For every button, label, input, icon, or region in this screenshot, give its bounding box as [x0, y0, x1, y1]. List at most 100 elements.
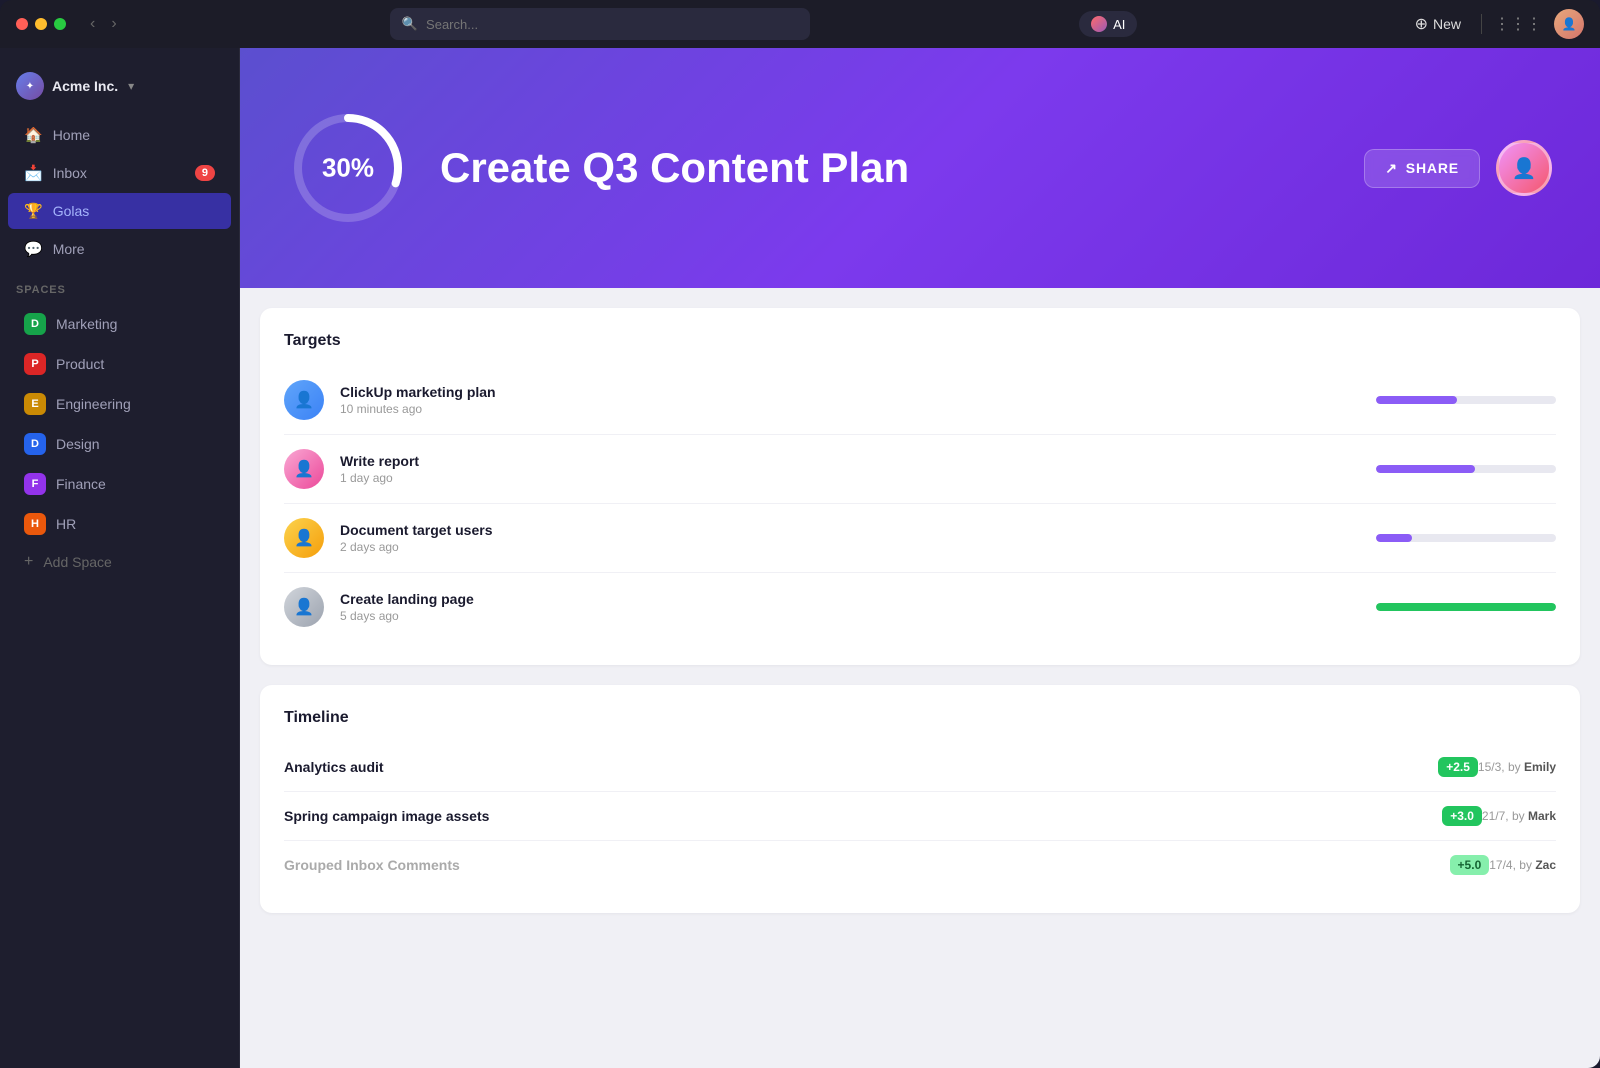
grid-icon[interactable]: ⋮⋮⋮ — [1494, 14, 1542, 34]
space-dot-finance: F — [24, 473, 46, 495]
space-label-marketing: Marketing — [56, 316, 117, 332]
timeline-by-2: by — [1512, 809, 1525, 823]
main-layout: ✦ Acme Inc. ▾ 🏠 Home 📩 Inbox 9 🏆 Golas 💬… — [0, 48, 1600, 1068]
back-button[interactable]: ‹ — [86, 13, 99, 35]
progress-fill-2 — [1376, 465, 1475, 473]
timeline-name-3: Grouped Inbox Comments — [284, 857, 1440, 873]
more-icon: 💬 — [24, 240, 43, 258]
hero-title: Create Q3 Content Plan — [440, 144, 1332, 192]
target-info-3: Document target users 2 days ago — [340, 522, 1360, 554]
timeline-by-1: by — [1508, 760, 1521, 774]
sidebar-item-home[interactable]: 🏠 Home — [8, 117, 231, 153]
target-avatar-2: 👤 — [284, 449, 324, 489]
sidebar-item-design[interactable]: D Design — [8, 425, 231, 463]
timeline-date-2: 21/7 — [1482, 809, 1505, 823]
progress-bar-3 — [1376, 534, 1556, 542]
ai-label: AI — [1113, 17, 1125, 32]
hero-user-avatar[interactable]: 👤 — [1496, 140, 1552, 196]
target-name-4: Create landing page — [340, 591, 1360, 607]
new-label: New — [1433, 16, 1461, 32]
target-avatar-3: 👤 — [284, 518, 324, 558]
space-label-engineering: Engineering — [56, 396, 131, 412]
progress-bar-4 — [1376, 603, 1556, 611]
progress-bar-1 — [1376, 396, 1556, 404]
goals-icon: 🏆 — [24, 202, 43, 220]
main-content: 30% Create Q3 Content Plan ↗ SHARE 👤 Tar… — [240, 48, 1600, 1068]
add-space-button[interactable]: + Add Space — [8, 545, 231, 579]
inbox-icon: 📩 — [24, 164, 43, 182]
target-name-3: Document target users — [340, 522, 1360, 538]
timeline-date-1: 15/3 — [1478, 760, 1501, 774]
add-space-label: Add Space — [43, 554, 112, 570]
progress-ring: 30% — [288, 108, 408, 228]
sidebar-item-more[interactable]: 💬 More — [8, 231, 231, 267]
ai-icon — [1091, 16, 1107, 32]
target-time-3: 2 days ago — [340, 540, 1360, 554]
space-dot-marketing: D — [24, 313, 46, 335]
navigation-arrows: ‹ › — [86, 13, 121, 35]
sidebar-item-label: Inbox — [53, 165, 87, 181]
workspace-header[interactable]: ✦ Acme Inc. ▾ — [0, 64, 239, 116]
workspace-name: Acme Inc. — [52, 78, 118, 94]
inbox-badge: 9 — [195, 165, 215, 181]
sidebar-item-hr[interactable]: H HR — [8, 505, 231, 543]
sidebar-item-product[interactable]: P Product — [8, 345, 231, 383]
target-item-3: 👤 Document target users 2 days ago — [284, 504, 1556, 573]
progress-fill-4 — [1376, 603, 1556, 611]
search-bar[interactable]: 🔍 — [390, 8, 810, 40]
space-dot-design: D — [24, 433, 46, 455]
new-button[interactable]: ⊕ New — [1407, 10, 1469, 38]
sidebar-item-finance[interactable]: F Finance — [8, 465, 231, 503]
close-button[interactable] — [16, 18, 28, 30]
sidebar-item-label: More — [53, 241, 85, 257]
timeline-person-1: Emily — [1524, 760, 1556, 774]
timeline-badge-1: +2.5 — [1438, 757, 1478, 777]
share-label: SHARE — [1406, 160, 1459, 176]
sidebar-item-goals[interactable]: 🏆 Golas — [8, 193, 231, 229]
progress-fill-1 — [1376, 396, 1457, 404]
target-time-1: 10 minutes ago — [340, 402, 1360, 416]
target-info-1: ClickUp marketing plan 10 minutes ago — [340, 384, 1360, 416]
timeline-name-1: Analytics audit — [284, 759, 1428, 775]
targets-card: Targets 👤 ClickUp marketing plan 10 minu… — [260, 308, 1580, 665]
timeline-person-2: Mark — [1528, 809, 1556, 823]
target-avatar-4: 👤 — [284, 587, 324, 627]
space-label-hr: HR — [56, 516, 76, 532]
timeline-card: Timeline Analytics audit +2.5 15/3, by E… — [260, 685, 1580, 913]
forward-button[interactable]: › — [107, 13, 120, 35]
target-info-2: Write report 1 day ago — [340, 453, 1360, 485]
progress-bar-2 — [1376, 465, 1556, 473]
hero-actions: ↗ SHARE 👤 — [1364, 140, 1552, 196]
target-item-4: 👤 Create landing page 5 days ago — [284, 573, 1556, 641]
sidebar-item-engineering[interactable]: E Engineering — [8, 385, 231, 423]
minimize-button[interactable] — [35, 18, 47, 30]
divider — [1481, 14, 1482, 34]
target-time-4: 5 days ago — [340, 609, 1360, 623]
timeline-item-2: Spring campaign image assets +3.0 21/7, … — [284, 792, 1556, 841]
timeline-meta-1: 15/3, by Emily — [1478, 760, 1556, 774]
ai-button[interactable]: AI — [1079, 11, 1137, 37]
timeline-meta-2: 21/7, by Mark — [1482, 809, 1556, 823]
maximize-button[interactable] — [54, 18, 66, 30]
timeline-badge-2: +3.0 — [1442, 806, 1482, 826]
search-input[interactable] — [426, 17, 798, 32]
chevron-down-icon: ▾ — [128, 79, 134, 93]
target-name-2: Write report — [340, 453, 1360, 469]
target-time-2: 1 day ago — [340, 471, 1360, 485]
space-label-product: Product — [56, 356, 104, 372]
search-icon: 🔍 — [402, 16, 418, 32]
space-dot-hr: H — [24, 513, 46, 535]
targets-title: Targets — [284, 332, 1556, 350]
target-info-4: Create landing page 5 days ago — [340, 591, 1360, 623]
sidebar-item-marketing[interactable]: D Marketing — [8, 305, 231, 343]
share-button[interactable]: ↗ SHARE — [1364, 149, 1480, 188]
space-dot-engineering: E — [24, 393, 46, 415]
timeline-title: Timeline — [284, 709, 1556, 727]
timeline-by-3: by — [1519, 858, 1532, 872]
hero-banner: 30% Create Q3 Content Plan ↗ SHARE 👤 — [240, 48, 1600, 288]
sidebar-item-inbox[interactable]: 📩 Inbox 9 — [8, 155, 231, 191]
user-avatar[interactable]: 👤 — [1554, 9, 1584, 39]
plus-icon: + — [24, 553, 33, 571]
progress-percent: 30% — [322, 153, 374, 184]
target-avatar-1: 👤 — [284, 380, 324, 420]
